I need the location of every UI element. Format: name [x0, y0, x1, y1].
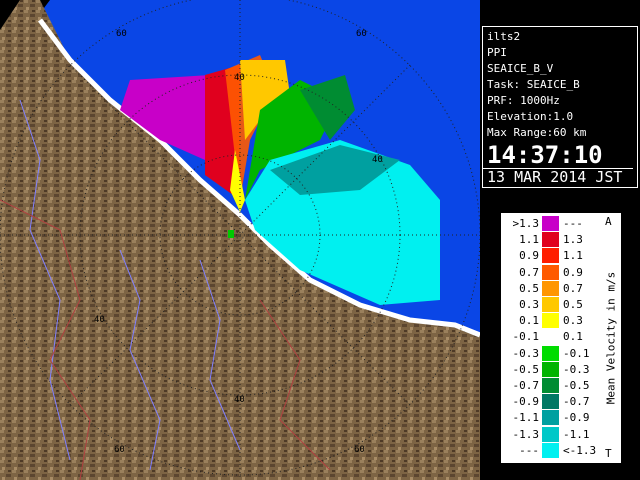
legend-title-text: Mean Velocity in m/s — [604, 271, 618, 405]
legend-row-lower-label: 0.3 — [519, 298, 539, 311]
range-label-bottom-left-60: 60 — [114, 445, 125, 455]
legend-color-swatch — [542, 216, 559, 231]
legend-color-swatch — [542, 378, 559, 393]
legend-row-lower-label: 0.7 — [519, 265, 539, 279]
legend-color-swatch — [542, 410, 559, 426]
legend-row-upper-label: --- — [563, 217, 583, 230]
legend-row-upper-label: 0.9 — [563, 265, 583, 279]
legend-row-upper-label: -0.9 — [563, 411, 590, 425]
task-name: Task: SEAICE_B — [487, 78, 580, 91]
scan-mode: PPI — [487, 46, 507, 59]
legend-row-lower-label: 1.1 — [519, 233, 539, 247]
legend-color-swatch — [542, 313, 559, 329]
legend-row-lower-label: -0.9 — [512, 395, 540, 409]
legend-row-lower-label: -0.1 — [512, 330, 540, 344]
radar-name: ilts2 — [487, 30, 521, 43]
legend-bottom-marker: T — [605, 447, 612, 460]
legend-row-upper-label: 0.1 — [563, 330, 583, 344]
scan-date: 13 MAR 2014 JST — [483, 168, 633, 186]
legend-row-upper-label: -1.1 — [563, 427, 590, 441]
legend-color-swatch — [542, 232, 559, 248]
legend-row-upper-label: -0.1 — [563, 346, 590, 360]
legend-color-swatch — [542, 426, 559, 442]
range-label-left-40: 40 — [94, 315, 105, 325]
legend-color-swatch — [542, 248, 559, 264]
legend-title: Mean Velocity in m/s — [601, 233, 621, 443]
range-label-bottom-40: 40 — [234, 395, 245, 405]
legend-color-swatch — [542, 264, 559, 280]
range-label-top-40: 40 — [234, 73, 245, 83]
range-label-top-right-60: 60 — [356, 29, 367, 39]
legend-row-upper-label: -0.7 — [563, 395, 590, 409]
range-label-bottom-60: 60 — [354, 445, 365, 455]
scan-info-panel: ilts2 PPI SEAICE_B_V Task: SEAICE_B PRF:… — [482, 26, 638, 188]
legend-row-lower-label: -0.7 — [512, 379, 540, 392]
legend-color-swatch — [542, 297, 559, 312]
prf-value: PRF: 1000Hz — [487, 94, 560, 107]
scan-time: 14:37:10 — [487, 141, 603, 169]
legend-row-upper-label: 1.3 — [563, 233, 583, 247]
legend-color-swatch — [542, 361, 559, 377]
max-range-value: Max Range:60 km — [487, 126, 587, 139]
legend-row-lower-label: 0.5 — [519, 281, 539, 295]
legend-row-upper-label: 0.3 — [563, 314, 583, 328]
legend-row-lower-label: -0.5 — [512, 362, 540, 376]
legend-color-swatch — [542, 280, 559, 296]
legend-row-lower-label: 0.9 — [519, 249, 539, 263]
legend-row-upper-label: -0.3 — [563, 362, 590, 376]
legend-row-lower-label: -1.3 — [512, 427, 540, 441]
elevation-value: Elevation:1.0 — [487, 110, 574, 123]
velocity-legend: A >1.3 --- 1.1 1.3 0.9 1.1 0.7 0.9 0.5 0.7 0.3 0.5 0… — [500, 212, 622, 464]
radar-ppi-display: 60 60 40 40 40 40 60 60 — [0, 0, 480, 480]
legend-row-lower-label: 0.1 — [519, 314, 539, 328]
legend-row-lower-label: -0.3 — [512, 346, 540, 360]
legend-color-swatch — [542, 329, 559, 345]
legend-row-upper-label: 0.7 — [563, 281, 583, 295]
legend-row-upper-label: 1.1 — [563, 249, 583, 263]
legend-color-swatch — [542, 345, 559, 361]
radar-site-icon — [228, 230, 234, 238]
range-label-right-40: 40 — [372, 155, 383, 165]
legend-row-upper-label: <-1.3 — [563, 443, 597, 457]
legend-row-upper-label: 0.5 — [563, 298, 583, 311]
product-name: SEAICE_B_V — [487, 62, 554, 75]
range-label-top-60: 60 — [116, 29, 127, 39]
legend-color-swatch — [542, 394, 559, 410]
legend-row-lower-label: >1.3 — [512, 217, 540, 230]
legend-row-upper-label: -0.5 — [563, 379, 590, 392]
legend-row: --- <-1.3 — [501, 442, 621, 458]
legend-row-lower-label: -1.1 — [512, 411, 540, 425]
legend-row: >1.3 --- — [501, 216, 621, 231]
legend-color-swatch — [542, 442, 559, 458]
legend-row-lower-label: --- — [519, 443, 539, 457]
